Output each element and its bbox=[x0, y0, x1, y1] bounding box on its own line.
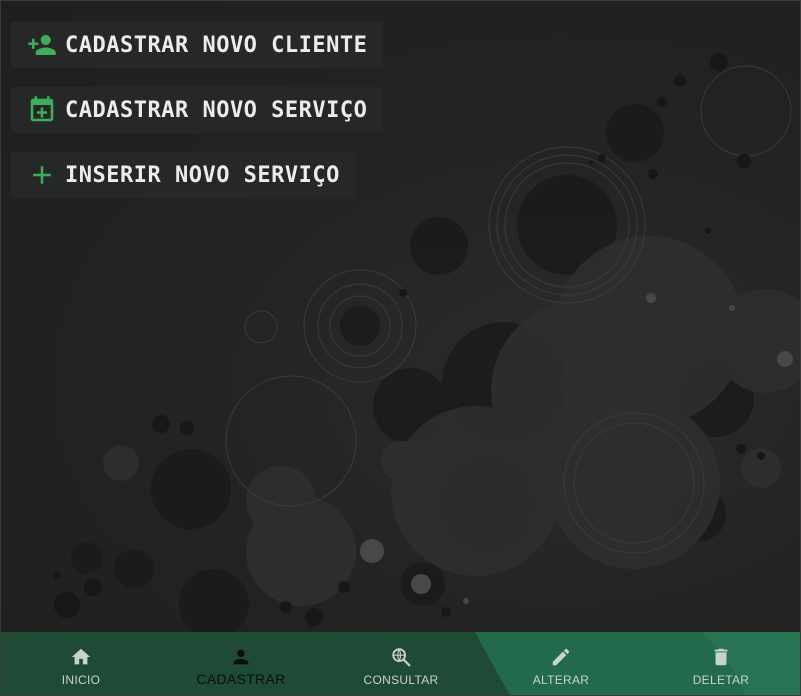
nav-label-alterar: ALTERAR bbox=[532, 673, 590, 687]
nav-label-inicio: INICIO bbox=[61, 673, 101, 687]
register-new-client-button[interactable]: CADASTRAR NOVO CLIENTE bbox=[11, 22, 384, 68]
insert-new-service-label: INSERIR NOVO SERVIÇO bbox=[65, 162, 340, 188]
pencil-icon bbox=[552, 648, 570, 666]
nav-item-cadastrar[interactable]: CADASTRAR bbox=[161, 632, 321, 695]
register-new-client-label: CADASTRAR NOVO CLIENTE bbox=[65, 32, 368, 58]
person-add-icon bbox=[27, 30, 57, 60]
action-list: CADASTRAR NOVO CLIENTE CADASTRAR NOVO SE… bbox=[11, 22, 384, 217]
app-window: CADASTRAR NOVO CLIENTE CADASTRAR NOVO SE… bbox=[0, 0, 801, 696]
search-globe-icon bbox=[392, 648, 411, 667]
nav-label-cadastrar: CADASTRAR bbox=[196, 671, 286, 687]
person-icon bbox=[233, 649, 249, 665]
nav-item-consultar[interactable]: CONSULTAR bbox=[321, 632, 481, 695]
nav-item-inicio[interactable]: INICIO bbox=[1, 632, 161, 695]
register-new-service-label: CADASTRAR NOVO SERVIÇO bbox=[65, 97, 368, 123]
nav-label-consultar: CONSULTAR bbox=[363, 673, 439, 687]
insert-new-service-button[interactable]: INSERIR NOVO SERVIÇO bbox=[11, 152, 356, 198]
trash-icon bbox=[714, 648, 728, 666]
register-new-service-button[interactable]: CADASTRAR NOVO SERVIÇO bbox=[11, 87, 384, 133]
home-icon bbox=[71, 648, 91, 665]
calendar-add-icon bbox=[27, 95, 57, 125]
nav-label-deletar: DELETAR bbox=[692, 673, 750, 687]
plus-icon bbox=[27, 160, 57, 190]
nav-item-alterar[interactable]: ALTERAR bbox=[481, 632, 641, 695]
bottom-navigation: INICIO CADASTRAR CONSULTAR ALTERAR DELET… bbox=[1, 632, 800, 695]
nav-item-deletar[interactable]: DELETAR bbox=[641, 632, 800, 695]
